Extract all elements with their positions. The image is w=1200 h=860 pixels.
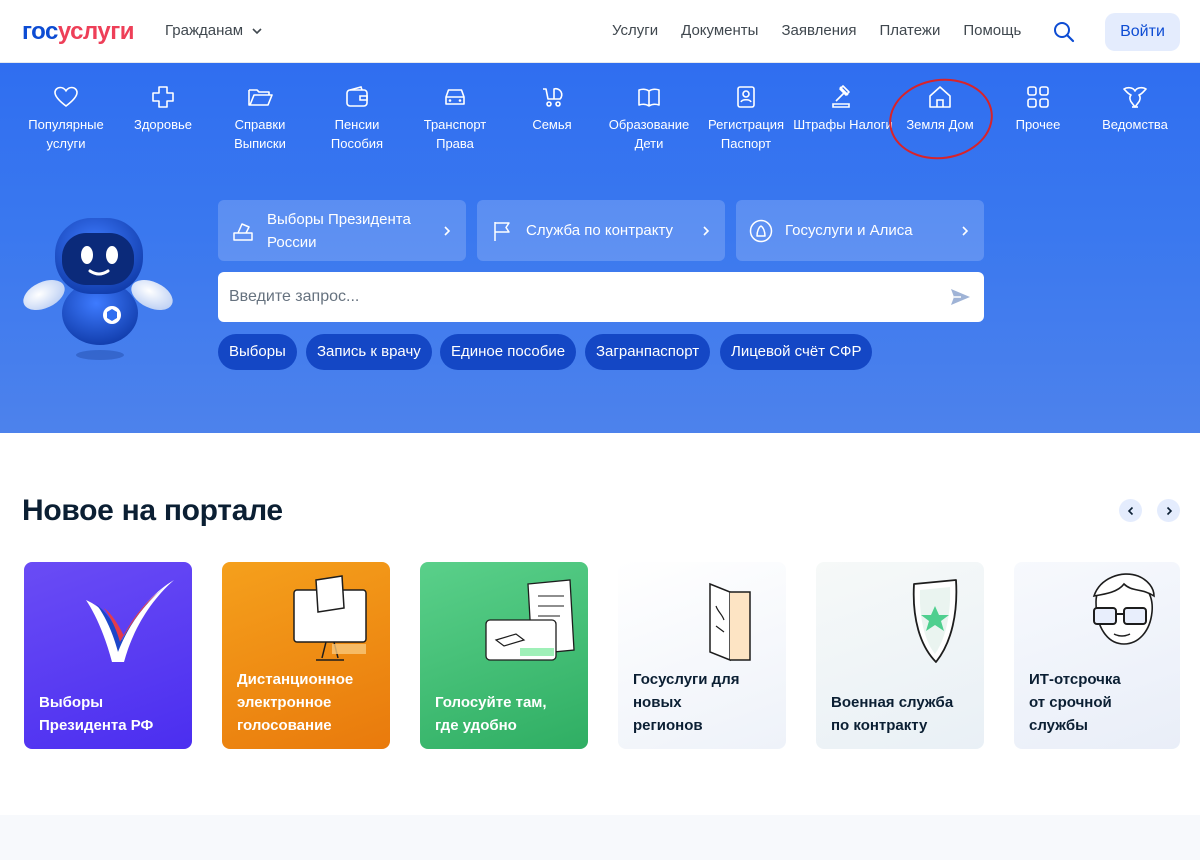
send-icon[interactable] [948,285,972,309]
chevron-down-icon [252,27,262,34]
nav-services[interactable]: Услуги [612,22,658,39]
passport-book-icon [709,582,751,662]
card-title: Голосуйте там, где удобно [435,694,547,734]
folder-icon [246,83,274,111]
search-icon[interactable] [1053,21,1075,43]
card-title: Дистанционное электронное голосование [237,671,354,734]
nav-applications[interactable]: Заявления [781,22,856,39]
category-label: Регистрация Паспорт [708,117,784,151]
nav-payments[interactable]: Платежи [880,22,941,39]
book-icon [635,83,663,111]
card-title: Госуслуги для новых регионов [633,671,740,734]
chevron-right-icon [962,225,969,236]
chevron-right-icon [1166,506,1172,515]
passport-icon [732,83,760,111]
category-registration[interactable]: Регистрация Паспорт [696,83,796,153]
chip-sfr-account[interactable]: Лицевой счёт СФР [720,334,873,370]
promo-label: Выборы Президента России [267,210,411,251]
category-label: Пенсии Пособия [330,117,384,151]
category-education[interactable]: Образование Дети [599,83,699,153]
gavel-icon [829,83,857,111]
category-label: Популярные услуги [28,117,104,151]
ballot-icon [233,222,253,241]
chevron-right-icon [703,225,710,236]
hero-section: Популярные услуги Здоровье Справки Выпис… [0,63,1200,433]
heart-icon [52,83,80,111]
carousel-prev-button[interactable] [1119,499,1142,522]
top-nav: Услуги Документы Заявления Платежи Помощ… [612,22,1044,39]
card-new-regions[interactable]: Госуслуги для новых регионов [618,562,786,749]
robot-assistant-icon[interactable] [22,213,177,363]
audience-label: Гражданам [165,22,244,39]
category-fines[interactable]: Штрафы Налоги [793,83,893,134]
logo-part-gos: гос [22,18,58,45]
audience-dropdown[interactable]: Гражданам [165,22,263,39]
category-label: Прочее [1015,117,1061,132]
chevron-right-icon [444,225,451,236]
chip-unified-benefit[interactable]: Единое пособие [440,334,577,370]
promo-label: Госуслуги и Алиса [785,222,913,239]
card-title: Военная служба по контракту [831,694,954,734]
card-title: Выборы Президента РФ [39,694,154,734]
promo-elections[interactable]: Выборы Президента России [218,200,466,261]
category-label: Ведомства [1102,117,1168,132]
stroller-icon [538,83,566,111]
category-health[interactable]: Здоровье [113,83,213,134]
search-box[interactable] [218,272,984,322]
shield-star-icon [912,579,958,663]
monitor-ballot-icon [293,575,367,661]
chip-foreign-passport[interactable]: Загранпаспорт [585,334,711,370]
category-label: Семья [532,117,572,132]
card-it-deferment[interactable]: ИТ-отсрочка от срочной службы [1014,562,1180,749]
chevron-left-icon [1127,506,1133,515]
promo-alice[interactable]: Госуслуги и Алиса [736,200,984,261]
category-label: Справки Выписки [234,117,286,151]
category-label: Образование Дети [608,117,690,151]
car-icon [441,83,469,111]
login-button[interactable]: Войти [1105,13,1180,51]
alice-icon [749,219,773,242]
category-family[interactable]: Семья [502,83,602,134]
category-popular[interactable]: Популярные услуги [16,83,116,153]
promo-label: Служба по контракту [526,222,674,239]
bottom-strip [0,815,1200,860]
search-input[interactable] [229,285,929,309]
category-agencies[interactable]: Ведомства [1085,83,1185,134]
category-label: Здоровье [133,117,193,132]
category-label: Штрафы Налоги [793,117,893,132]
category-certificates[interactable]: Справки Выписки [210,83,310,153]
promo-contract-service[interactable]: Служба по контракту [477,200,725,261]
chip-doctor-appointment[interactable]: Запись к врачу [306,334,432,370]
eagle-icon [1121,83,1149,111]
checkmark-flag-icon [86,580,174,662]
top-header: госуслуги Гражданам Услуги Документы Зая… [0,0,1200,63]
flag-icon [494,221,510,241]
card-military-service[interactable]: Военная служба по контракту [816,562,984,749]
chip-elections[interactable]: Выборы [218,334,297,370]
nav-documents[interactable]: Документы [681,22,758,39]
category-pensions[interactable]: Пенсии Пособия [307,83,407,153]
category-other[interactable]: Прочее [988,83,1088,134]
gosuslugi-logo[interactable]: госуслуги [22,18,135,46]
category-transport[interactable]: Транспорт Права [405,83,505,153]
category-label: Транспорт Права [423,117,487,151]
grid-icon [1024,83,1052,111]
cross-icon [149,83,177,111]
logo-part-uslugi: услуги [57,18,135,45]
tickets-icon [485,579,575,661]
card-title: ИТ-отсрочка от срочной службы [1029,671,1121,734]
section-title: Новое на портале [22,494,283,527]
nav-help[interactable]: Помощь [963,22,1021,39]
card-remote-voting[interactable]: Дистанционное электронное голосование [222,562,390,749]
carousel-next-button[interactable] [1157,499,1180,522]
card-vote-anywhere[interactable]: Голосуйте там, где удобно [420,562,588,749]
card-elections[interactable]: Выборы Президента РФ [24,562,192,749]
person-glasses-icon [1092,573,1155,645]
wallet-icon [343,83,371,111]
